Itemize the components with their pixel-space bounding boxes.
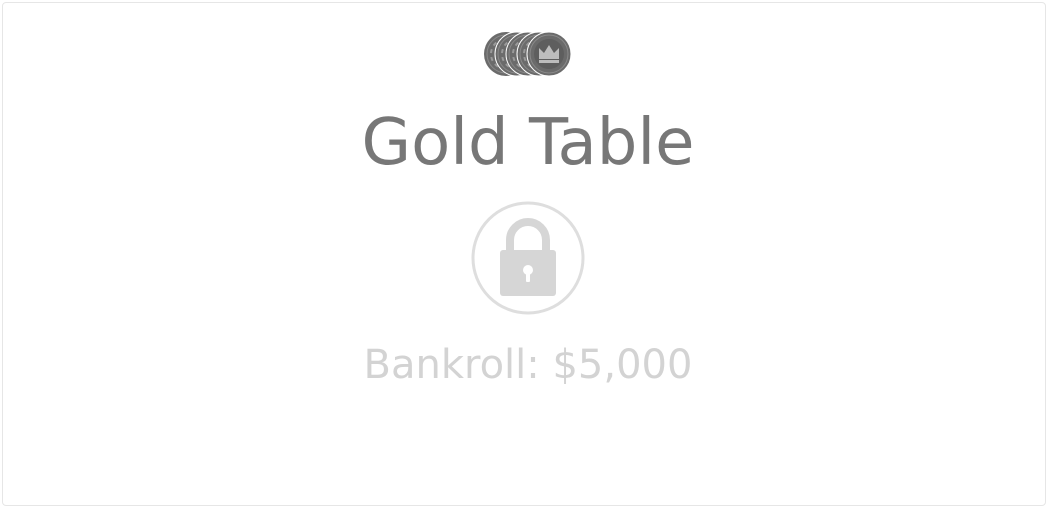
table-card[interactable]: Gold Table Bankroll: $5,000 <box>2 2 1046 506</box>
crown-chip-stack-icon <box>483 31 575 79</box>
crown-chip-icon <box>526 31 572 77</box>
bankroll-requirement: Bankroll: $5,000 <box>363 342 693 388</box>
padlock-icon <box>470 200 586 316</box>
table-title: Gold Table <box>361 106 695 180</box>
